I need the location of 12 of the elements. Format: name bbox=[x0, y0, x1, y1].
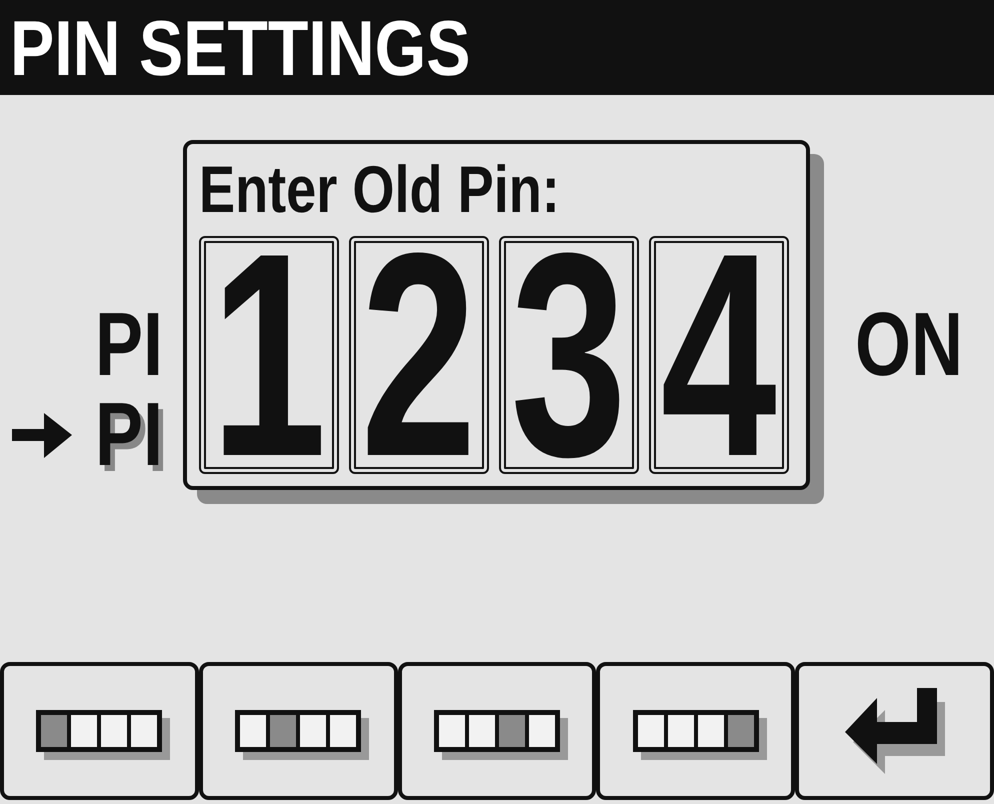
menu-value: ON bbox=[855, 300, 963, 390]
dialog-title: Enter Old Pin: bbox=[199, 156, 560, 222]
pin-digit: 1 bbox=[199, 236, 339, 474]
screen-title: PIN SETTINGS bbox=[10, 8, 470, 86]
pin-digit: 3 bbox=[499, 236, 639, 474]
menu-label[interactable]: PI bbox=[95, 300, 164, 390]
pin-digit: 4 bbox=[649, 236, 789, 474]
enter-icon bbox=[842, 688, 947, 774]
enter-button[interactable] bbox=[795, 662, 994, 800]
digit-position-button[interactable] bbox=[0, 662, 199, 800]
pin-digit: 2 bbox=[349, 236, 489, 474]
menu-label[interactable]: PI bbox=[95, 390, 164, 480]
